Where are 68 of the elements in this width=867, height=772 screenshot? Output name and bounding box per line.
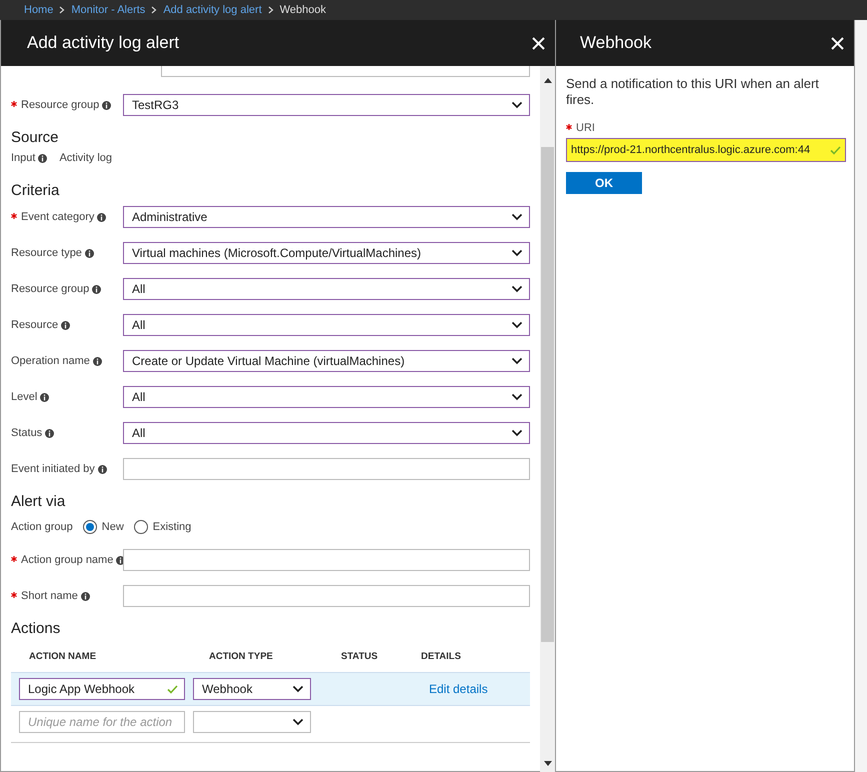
radio-option[interactable]: New <box>82 520 124 534</box>
chevron-right-icon <box>268 6 274 14</box>
radio-option[interactable]: Existing <box>134 520 192 534</box>
dropdown-field[interactable]: Webhook <box>193 678 311 700</box>
field-value: Activity log <box>59 152 112 164</box>
chevron-down-icon <box>511 321 523 329</box>
breadcrumb-link[interactable]: Monitor - Alerts <box>71 4 146 16</box>
scroll-down-icon <box>544 761 552 766</box>
field-label: Input <box>11 152 36 164</box>
section-heading: Criteria <box>11 182 60 199</box>
close-icon[interactable] <box>532 36 545 50</box>
text-input[interactable]: Logic App Webhook <box>19 678 185 700</box>
chevron-right-icon <box>59 6 66 14</box>
field-label: Level <box>11 391 38 403</box>
chevron-down-icon <box>511 213 523 221</box>
column-header: ACTION NAME <box>29 651 98 662</box>
chevron-down-icon <box>292 685 304 693</box>
text-input[interactable] <box>123 585 530 607</box>
breadcrumb-current: Webhook <box>280 4 326 16</box>
breadcrumb-link[interactable]: Home <box>24 4 54 16</box>
chevron-right-icon <box>151 6 158 14</box>
chevron-down-icon <box>511 429 523 437</box>
chevron-down-icon <box>511 101 523 109</box>
section-heading: Alert via <box>11 493 66 510</box>
column-header: DETAILS <box>421 651 462 662</box>
chevron-down-icon <box>511 249 523 257</box>
dropdown-field[interactable]: All <box>123 386 530 408</box>
text-input[interactable] <box>123 549 530 571</box>
field-label: Short name <box>21 590 78 602</box>
field-label: Action group <box>11 521 73 533</box>
field-label: Operation name <box>11 355 90 367</box>
dropdown-field[interactable]: Virtual machines (Microsoft.Compute/VirtualMachines) <box>123 242 530 264</box>
description-text: Send a notification to this URI when an alert fires. <box>566 76 820 108</box>
field-label: URI <box>576 122 595 134</box>
dropdown-field[interactable]: Create or Update Virtual Machine (virtualMachines) <box>123 350 530 372</box>
field-label: Resource group <box>21 99 100 111</box>
field-label: Event category <box>21 211 94 223</box>
chevron-down-icon <box>292 718 304 726</box>
breadcrumb-link[interactable]: Add activity log alert <box>163 4 262 16</box>
chevron-down-icon <box>511 285 523 293</box>
dropdown-field[interactable] <box>193 711 311 733</box>
field-label: Resource type <box>11 247 82 259</box>
blade-title: Add activity log alert <box>27 33 180 53</box>
field-label: Action group name <box>21 554 114 566</box>
chevron-down-icon <box>511 393 523 401</box>
column-header: STATUS <box>341 651 379 662</box>
table-row[interactable]: Logic App Webhook Webhook Edit details <box>11 672 530 706</box>
field-label: Resource <box>11 319 58 331</box>
dropdown-field[interactable]: TestRG3 <box>123 94 530 116</box>
dropdown-field[interactable]: All <box>123 314 530 336</box>
blade-title: Webhook <box>580 33 652 53</box>
field-label: Resource group <box>11 283 90 295</box>
dropdown-field[interactable]: All <box>123 278 530 300</box>
field-label: Status <box>11 427 42 439</box>
uri-input[interactable]: https://prod-21.northcentralus.logic.azure.com:44 <box>566 138 846 162</box>
ok-button[interactable]: OK <box>566 172 642 194</box>
scroll-up-icon <box>544 78 552 83</box>
scrollbar[interactable] <box>540 66 555 772</box>
text-input[interactable] <box>123 458 530 480</box>
chevron-down-icon <box>511 357 523 365</box>
section-heading: Source <box>11 129 60 146</box>
column-header: ACTION TYPE <box>209 651 274 662</box>
section-heading: Actions <box>11 620 62 637</box>
field-label: Event initiated by <box>11 463 95 475</box>
edit-details-link[interactable]: Edit details <box>429 682 488 696</box>
dropdown-field[interactable]: Administrative <box>123 206 530 228</box>
dropdown-field[interactable]: All <box>123 422 530 444</box>
close-icon[interactable] <box>831 36 844 50</box>
